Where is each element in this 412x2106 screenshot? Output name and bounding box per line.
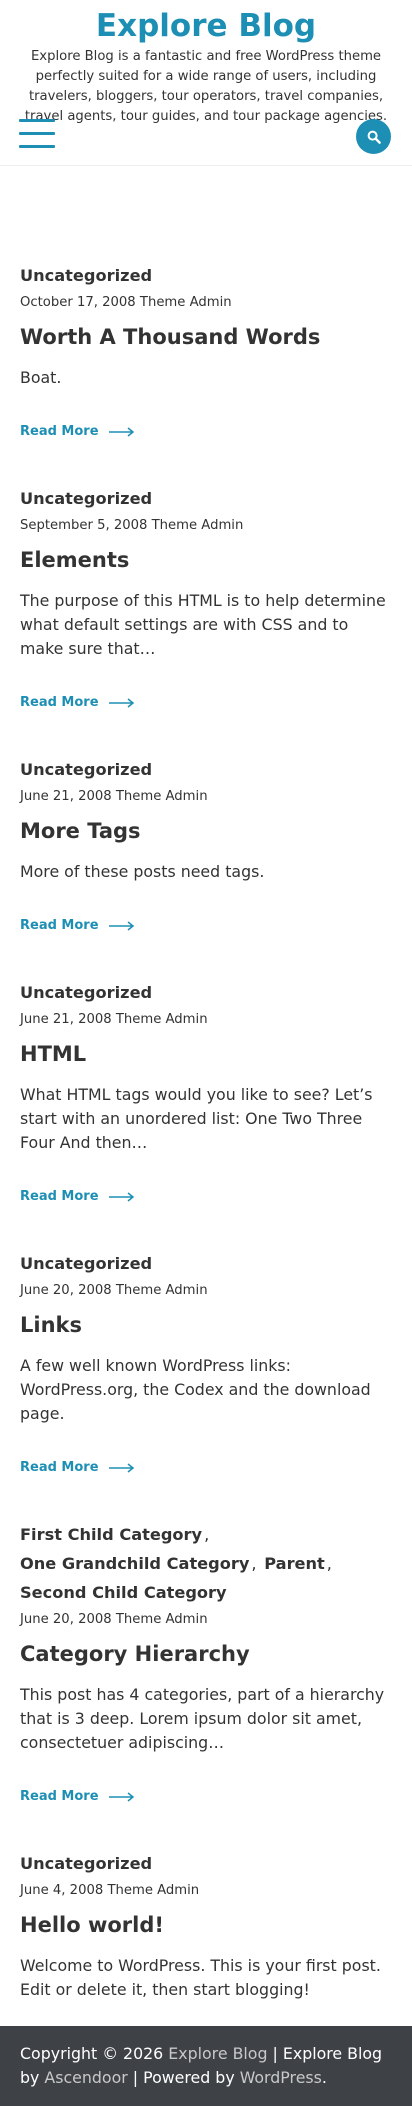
site-description: Explore Blog is a fantastic and free Wor… [24, 49, 388, 124]
read-more-link[interactable]: Read More [20, 1188, 135, 1206]
post-date[interactable]: June 4, 2008 [20, 1883, 103, 1898]
hamburger-menu-icon[interactable] [19, 119, 55, 151]
post-author[interactable]: Theme Admin [116, 1012, 208, 1027]
category-separator: , [204, 1525, 210, 1544]
post: Uncategorized June 21, 2008 Theme Admin … [20, 978, 392, 1206]
post-categories: Uncategorized [20, 1249, 392, 1278]
read-more-label: Read More [20, 1789, 99, 1804]
post-author[interactable]: Theme Admin [116, 789, 208, 804]
post-list: Uncategorized October 17, 2008 Theme Adm… [0, 166, 412, 2053]
post-categories: Uncategorized [20, 978, 392, 1007]
footer-period: . [321, 2068, 327, 2087]
post-excerpt: Boat. [20, 368, 62, 387]
post-author[interactable]: Theme Admin [107, 1883, 199, 1898]
category-link[interactable]: Uncategorized [20, 1254, 152, 1273]
post: Uncategorized September 5, 2008 Theme Ad… [20, 484, 392, 712]
post-meta: September 5, 2008 Theme Admin [20, 516, 392, 536]
post-date[interactable]: June 20, 2008 [20, 1612, 112, 1627]
copyright-text: Copyright © 2026 [20, 2044, 164, 2063]
post-title[interactable]: More Tags [20, 817, 392, 845]
post-date[interactable]: June 21, 2008 [20, 789, 112, 804]
category-link[interactable]: Parent [264, 1554, 325, 1573]
arrow-right-icon [108, 698, 134, 708]
post-categories: Uncategorized [20, 484, 392, 513]
read-more-label: Read More [20, 424, 99, 439]
post-categories: Uncategorized [20, 261, 392, 290]
post-meta: June 4, 2008 Theme Admin [20, 1881, 392, 1901]
post-categories: Uncategorized [20, 755, 392, 784]
site-header: Explore Blog Explore Blog is a fantastic… [0, 0, 412, 166]
footer-text: | Powered by [132, 2068, 235, 2087]
category-separator: , [326, 1554, 332, 1573]
arrow-right-icon [108, 1792, 134, 1802]
post-excerpt: More of these posts need tags. [20, 862, 265, 881]
search-button[interactable] [356, 119, 391, 154]
post: Uncategorized June 21, 2008 Theme Admin … [20, 755, 392, 935]
read-more-link[interactable]: Read More [20, 1788, 135, 1806]
arrow-right-icon [108, 1463, 134, 1473]
footer-author-link[interactable]: Ascendoor [44, 2068, 127, 2087]
post-meta: October 17, 2008 Theme Admin [20, 293, 392, 313]
read-more-label: Read More [20, 1460, 99, 1475]
post-author[interactable]: Theme Admin [116, 1612, 208, 1627]
post-excerpt: The purpose of this HTML is to help dete… [20, 591, 386, 658]
category-link[interactable]: First Child Category [20, 1525, 202, 1544]
menu-bar [19, 145, 55, 148]
read-more-link[interactable]: Read More [20, 694, 135, 712]
post-excerpt: A few well known WordPress links: WordPr… [20, 1356, 371, 1423]
category-link[interactable]: Uncategorized [20, 266, 152, 285]
post-date[interactable]: September 5, 2008 [20, 518, 147, 533]
post-title[interactable]: Elements [20, 546, 392, 574]
category-link[interactable]: Uncategorized [20, 489, 152, 508]
read-more-label: Read More [20, 695, 99, 710]
post-date[interactable]: October 17, 2008 [20, 295, 136, 310]
post-excerpt: Welcome to WordPress. This is your first… [20, 1956, 381, 1999]
category-link[interactable]: Uncategorized [20, 1854, 152, 1873]
post-title[interactable]: HTML [20, 1040, 392, 1068]
category-link[interactable]: Uncategorized [20, 983, 152, 1002]
post-excerpt: This post has 4 categories, part of a hi… [20, 1685, 385, 1752]
read-more-link[interactable]: Read More [20, 1459, 135, 1477]
post: First Child Category, One Grandchild Cat… [20, 1520, 392, 1806]
post-author[interactable]: Theme Admin [140, 295, 232, 310]
read-more-label: Read More [20, 1189, 99, 1204]
read-more-label: Read More [20, 918, 99, 933]
post-date[interactable]: June 21, 2008 [20, 1012, 112, 1027]
post: Uncategorized October 17, 2008 Theme Adm… [20, 261, 392, 441]
footer-wordpress-link[interactable]: WordPress [240, 2068, 322, 2087]
post: Uncategorized June 20, 2008 Theme Admin … [20, 1249, 392, 1477]
read-more-link[interactable]: Read More [20, 423, 135, 441]
site-footer: Copyright © 2026 Explore Blog | Explore … [0, 2026, 412, 2106]
post-meta: June 20, 2008 Theme Admin [20, 1610, 392, 1630]
category-link[interactable]: One Grandchild Category [20, 1554, 249, 1573]
post-meta: June 21, 2008 Theme Admin [20, 787, 392, 807]
post-categories: First Child Category, One Grandchild Cat… [20, 1520, 392, 1607]
post-author[interactable]: Theme Admin [152, 518, 244, 533]
post-categories: Uncategorized [20, 1849, 392, 1878]
category-separator: , [251, 1554, 257, 1573]
post-title[interactable]: Category Hierarchy [20, 1640, 392, 1668]
site-title[interactable]: Explore Blog [0, 0, 412, 46]
read-more-link[interactable]: Read More [20, 917, 135, 935]
menu-bar [19, 119, 55, 122]
footer-site-link[interactable]: Explore Blog [168, 2044, 267, 2063]
post-title[interactable]: Hello world! [20, 1911, 392, 1939]
arrow-right-icon [108, 427, 134, 437]
post-date[interactable]: June 20, 2008 [20, 1283, 112, 1298]
menu-bar [19, 132, 55, 135]
post-title[interactable]: Links [20, 1311, 392, 1339]
post-meta: June 20, 2008 Theme Admin [20, 1281, 392, 1301]
post-excerpt: What HTML tags would you like to see? Le… [20, 1085, 373, 1152]
search-icon [367, 130, 381, 144]
post-author[interactable]: Theme Admin [116, 1283, 208, 1298]
category-link[interactable]: Second Child Category [20, 1583, 227, 1602]
post-title[interactable]: Worth A Thousand Words [20, 323, 392, 351]
post-meta: June 21, 2008 Theme Admin [20, 1010, 392, 1030]
post: Uncategorized June 4, 2008 Theme Admin H… [20, 1849, 392, 2053]
arrow-right-icon [108, 1192, 134, 1202]
arrow-right-icon [108, 921, 134, 931]
category-link[interactable]: Uncategorized [20, 760, 152, 779]
